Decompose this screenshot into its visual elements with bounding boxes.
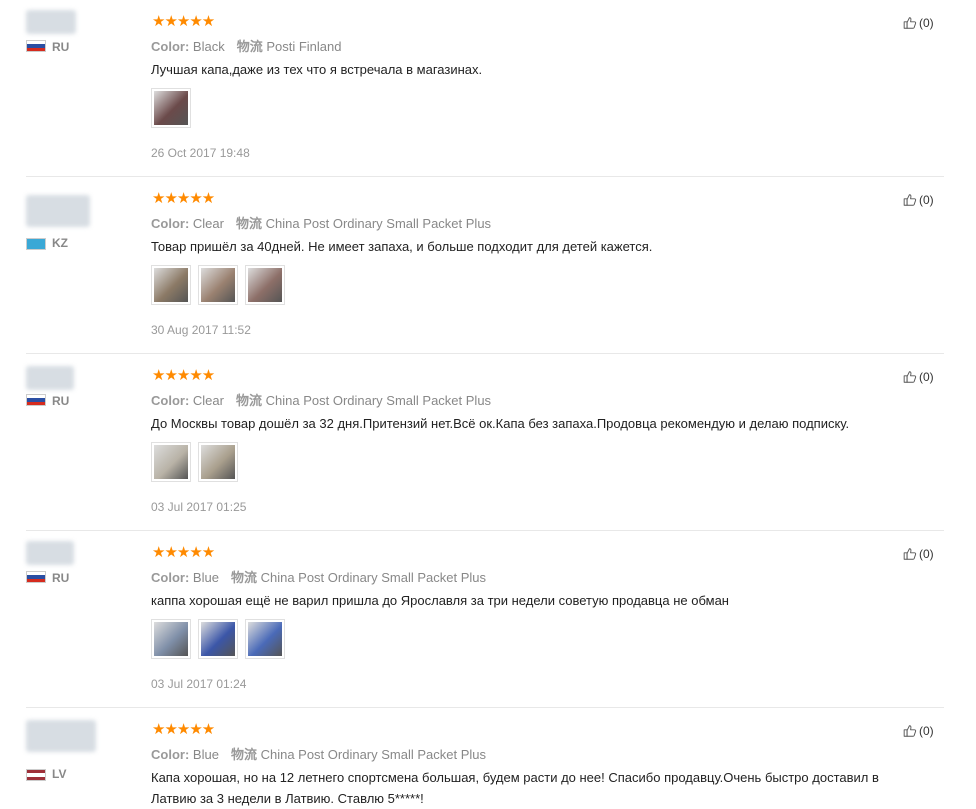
country-code: LV — [52, 767, 67, 781]
like-count: (0) — [919, 724, 934, 738]
shipping-method: China Post Ordinary Small Packet Plus — [260, 570, 487, 585]
review-photo-thumbnail[interactable] — [198, 442, 238, 482]
country-flag-icon — [26, 769, 46, 781]
color-label: Color: — [151, 393, 190, 408]
logistics-label: 物流 — [235, 216, 262, 231]
like-button[interactable]: (0) — [903, 16, 934, 30]
review-photo-thumbnail[interactable] — [245, 265, 285, 305]
like-count: (0) — [919, 16, 934, 30]
shipping-method: China Post Ordinary Small Packet Plus — [260, 747, 487, 762]
like-button[interactable]: (0) — [903, 724, 934, 738]
country-code: RU — [52, 571, 70, 585]
divider — [26, 176, 944, 177]
country-flag-icon — [26, 238, 46, 250]
like-count: (0) — [919, 370, 934, 384]
order-info: Color: Blue 物流 China Post Ordinary Small … — [151, 744, 486, 763]
review-photos — [151, 442, 238, 482]
order-info: Color: Black 物流 Posti Finland — [151, 36, 342, 55]
country-code: RU — [52, 394, 70, 408]
divider — [26, 530, 944, 531]
review-photo-thumbnail[interactable] — [151, 88, 191, 128]
order-info: Color: Clear 物流 China Post Ordinary Small… — [151, 213, 491, 232]
color-value: Clear — [192, 216, 224, 231]
review-date: 03 Jul 2017 01:25 — [151, 500, 247, 514]
review-text: До Москвы товар дошёл за 32 дня.Притензи… — [151, 416, 850, 431]
like-button[interactable]: (0) — [903, 370, 934, 384]
shipping-method: Posti Finland — [266, 39, 342, 54]
shipping-method: China Post Ordinary Small Packet Plus — [265, 393, 492, 408]
country-flag-icon — [26, 394, 46, 406]
star-rating: ★★★★★ — [152, 12, 215, 30]
order-info: Color: Blue 物流 China Post Ordinary Small … — [151, 567, 486, 586]
logistics-label: 物流 — [230, 747, 257, 762]
review-text: Лучшая капа,даже из тех что я встречала … — [151, 62, 483, 77]
logistics-label: 物流 — [235, 393, 262, 408]
star-rating: ★★★★★ — [152, 543, 215, 561]
review-date: 03 Jul 2017 01:24 — [151, 677, 247, 691]
country-code: KZ — [52, 236, 68, 250]
review-photo-thumbnail[interactable] — [151, 265, 191, 305]
country-code: RU — [52, 40, 70, 54]
avatar[interactable] — [26, 195, 90, 227]
color-value: Black — [192, 39, 225, 54]
color-label: Color: — [151, 747, 190, 762]
like-count: (0) — [919, 193, 934, 207]
thumbs-up-icon — [903, 193, 917, 207]
color-label: Color: — [151, 39, 190, 54]
color-label: Color: — [151, 570, 190, 585]
country-flag-icon — [26, 40, 46, 52]
thumbs-up-icon — [903, 547, 917, 561]
review-date: 30 Aug 2017 11:52 — [151, 323, 251, 337]
logistics-label: 物流 — [236, 39, 263, 54]
review-photo-thumbnail[interactable] — [151, 442, 191, 482]
avatar[interactable] — [26, 366, 74, 390]
review-photos — [151, 265, 285, 305]
like-count: (0) — [919, 547, 934, 561]
review-photos — [151, 88, 191, 128]
logistics-label: 物流 — [230, 570, 257, 585]
color-value: Clear — [192, 393, 224, 408]
like-button[interactable]: (0) — [903, 547, 934, 561]
review-photo-thumbnail[interactable] — [245, 619, 285, 659]
thumbs-up-icon — [903, 370, 917, 384]
shipping-method: China Post Ordinary Small Packet Plus — [265, 216, 492, 231]
order-info: Color: Clear 物流 China Post Ordinary Small… — [151, 390, 491, 409]
star-rating: ★★★★★ — [152, 720, 215, 738]
review-photos — [151, 619, 285, 659]
star-rating: ★★★★★ — [152, 189, 215, 207]
country-flag-icon — [26, 571, 46, 583]
review-text: Капа хорошая, но на 12 летнего спортсмен… — [151, 770, 879, 806]
review-text: Товар пришёл за 40дней. Не имеет запаха,… — [151, 239, 653, 254]
star-rating: ★★★★★ — [152, 366, 215, 384]
thumbs-up-icon — [903, 16, 917, 30]
avatar[interactable] — [26, 720, 96, 752]
color-value: Blue — [192, 570, 219, 585]
divider — [26, 707, 944, 708]
review-date: 26 Oct 2017 19:48 — [151, 146, 250, 160]
thumbs-up-icon — [903, 724, 917, 738]
avatar[interactable] — [26, 10, 76, 34]
review-photo-thumbnail[interactable] — [198, 265, 238, 305]
like-button[interactable]: (0) — [903, 193, 934, 207]
divider — [26, 353, 944, 354]
avatar[interactable] — [26, 541, 74, 565]
color-value: Blue — [192, 747, 219, 762]
review-text: каппа хорошая ещё не варил пришла до Яро… — [151, 593, 729, 608]
review-photo-thumbnail[interactable] — [151, 619, 191, 659]
color-label: Color: — [151, 216, 190, 231]
review-photo-thumbnail[interactable] — [198, 619, 238, 659]
